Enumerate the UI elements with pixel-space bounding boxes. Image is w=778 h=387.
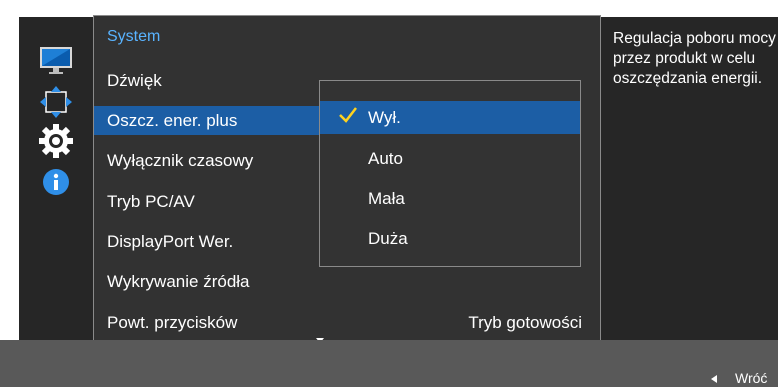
dropdown-option-low[interactable]: Mała — [320, 182, 580, 215]
menu-item-eco-saving-plus[interactable]: Oszcz. ener. plus — [94, 106, 320, 135]
back-arrow-icon[interactable] — [711, 375, 717, 383]
category-sidebar — [19, 17, 93, 340]
checkmark-icon — [339, 107, 357, 123]
gear-icon[interactable] — [19, 121, 93, 161]
menu-item-displayport-ver[interactable]: DisplayPort Wer. — [107, 232, 233, 252]
dropdown-option-label: Mała — [368, 189, 405, 208]
info-icon[interactable] — [19, 162, 93, 202]
menu-item-off-timer[interactable]: Wyłącznik czasowy — [107, 151, 253, 171]
dropdown-option-label: Auto — [368, 149, 403, 168]
description-text: Regulacja poboru mocy przez produkt w ce… — [613, 30, 776, 87]
menu-item-source-detection[interactable]: Wykrywanie źródła — [107, 272, 250, 292]
bottom-bar: Wróć — [0, 340, 778, 387]
move-arrows-icon[interactable] — [19, 82, 93, 122]
osd-screen: System Dźwięk Oszcz. ener. plus Wyłączni… — [0, 0, 778, 387]
menu-item-pc-av-mode[interactable]: Tryb PC/AV — [107, 192, 195, 212]
menu-item-key-repeat[interactable]: Powt. przycisków — [107, 313, 237, 333]
dropdown-option-label: Wył. — [368, 108, 401, 127]
description-panel: Regulacja poboru mocy przez produkt w ce… — [601, 17, 778, 340]
monitor-icon[interactable] — [19, 41, 93, 81]
key-repeat-value: Tryb gotowości — [468, 313, 582, 332]
menu-item-sound[interactable]: Dźwięk — [107, 71, 162, 91]
dropdown-option-high[interactable]: Duża — [320, 222, 580, 255]
dropdown-option-label: Duża — [368, 229, 408, 248]
menu-title: System — [107, 28, 161, 45]
dropdown-option-off[interactable]: Wył. — [320, 101, 580, 134]
dropdown-option-auto[interactable]: Auto — [320, 142, 580, 175]
eco-saving-dropdown: Wył. Auto Mała Duża — [319, 80, 581, 267]
back-button-label[interactable]: Wróć — [735, 370, 767, 386]
